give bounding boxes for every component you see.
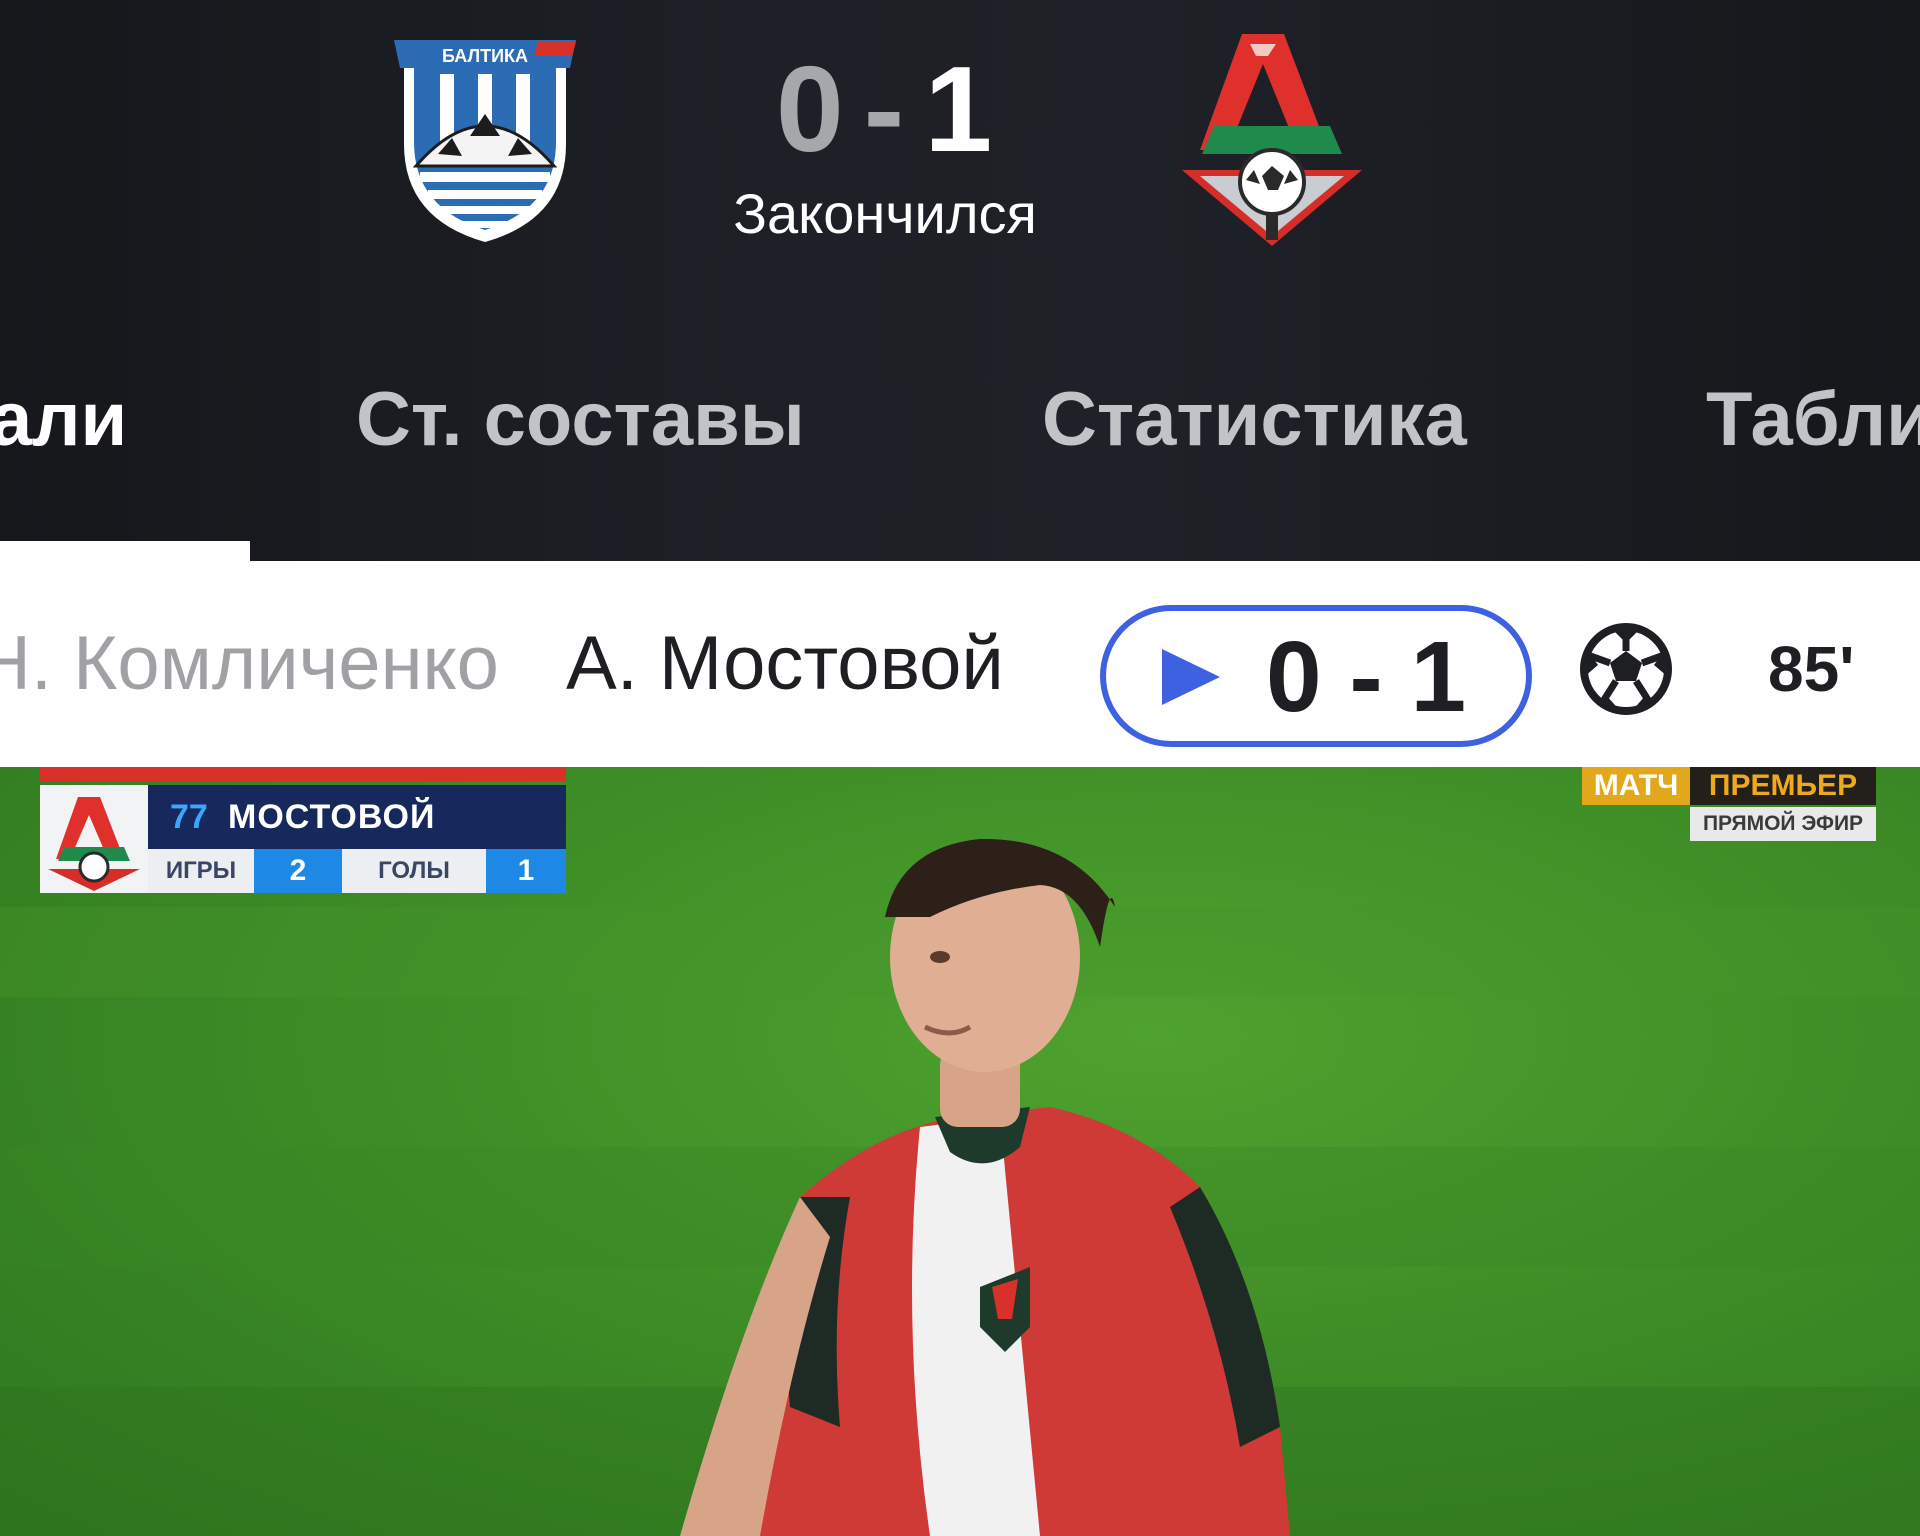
match-status: Закончился [733,182,1037,245]
overlay-goals-label: ГОЛЫ [342,849,486,893]
home-logo-text: БАЛТИКА [442,46,528,66]
broadcaster-match: МАТЧ [1582,767,1690,805]
home-score: 0 [775,41,846,177]
tab-bar: али Ст. составы Статистика Табли [0,360,1920,480]
overlay-red-strip [40,767,566,781]
tab-table[interactable]: Табли [1706,360,1920,480]
away-team-logo[interactable] [1180,30,1364,248]
broadcaster-premier: ПРЕМЬЕР [1690,767,1876,805]
tab-details[interactable]: али [0,360,127,480]
event-minute: 85' [1768,633,1855,705]
goal-event-row[interactable]: Н. Комличенко А. Мостовой 0 - 1 85' [0,561,1920,767]
overlay-stats: ИГРЫ 2 ГОЛЫ 1 [148,849,566,893]
tab-statistics[interactable]: Статистика [1042,360,1467,480]
goal-score: 0 - 1 [1266,621,1467,733]
overlay-player-name: МОСТОВОЙ [228,798,436,836]
scorer-player-name: А. Мостовой [566,621,1004,706]
match-video[interactable]: 77 МОСТОВОЙ ИГРЫ 2 ГОЛЫ 1 МАТЧ ПРЕМЬЕР П… [0,767,1920,1536]
overlay-team-logo [40,785,148,893]
tab-lineups[interactable]: Ст. составы [356,360,805,480]
overlay-goals-value: 1 [486,849,566,893]
live-badge: ПРЯМОЙ ЭФИР [1690,807,1876,841]
match-score: 0-1 [700,44,1070,174]
overlay-games-value: 2 [254,849,342,893]
play-icon [1162,649,1220,705]
tv-player-overlay: 77 МОСТОВОЙ ИГРЫ 2 ГОЛЫ 1 [40,767,566,893]
overlay-name-bar: 77 МОСТОВОЙ [148,785,566,849]
match-header: БАЛТИКА 0-1 Закончился али Ст. составы С… [0,0,1920,561]
overlay-player-number: 77 [170,798,208,836]
score-separator: - [863,41,907,177]
soccer-ball-icon [1580,623,1672,715]
broadcaster-logo: МАТЧ ПРЕМЬЕР ПРЯМОЙ ЭФИР [1582,767,1876,841]
overlay-games-label: ИГРЫ [148,849,254,893]
home-team-logo[interactable]: БАЛТИКА [388,34,582,246]
active-tab-indicator [0,541,250,561]
away-score: 1 [924,41,995,177]
assist-player-name: Н. Комличенко [0,621,499,706]
overlay-lokomotiv-icon [48,797,140,891]
goal-video-button[interactable]: 0 - 1 [1100,605,1532,747]
